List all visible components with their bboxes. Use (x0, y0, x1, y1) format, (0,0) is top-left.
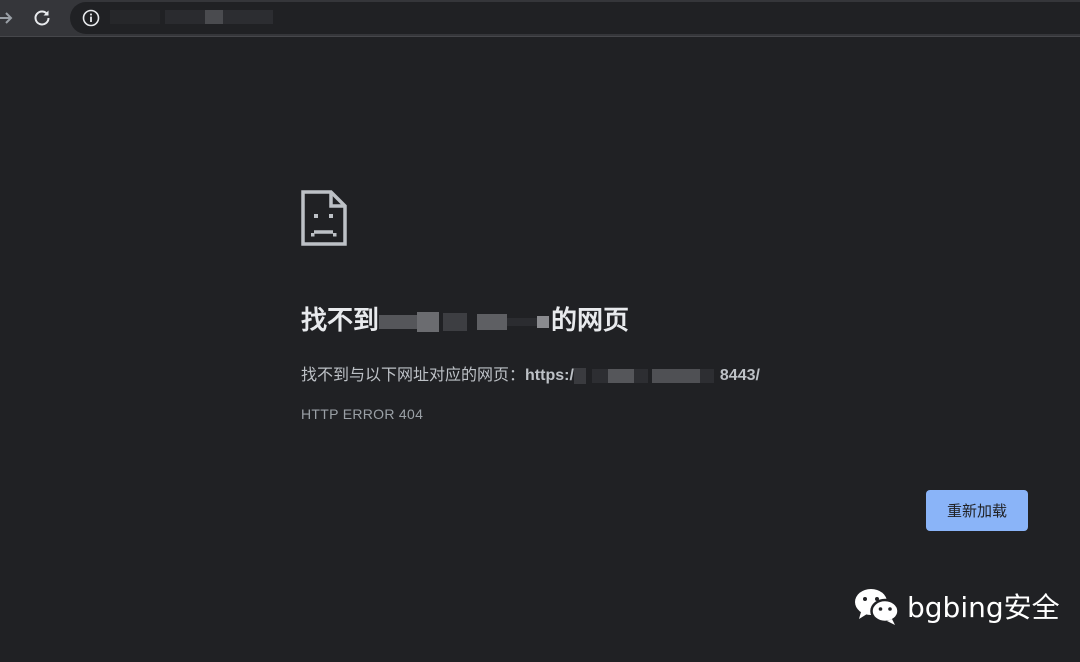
watermark: bgbing安全 (853, 586, 1060, 626)
url-redacted (223, 10, 273, 24)
reload-page-button[interactable] (30, 6, 54, 30)
error-headline: 找不到 的网页 (301, 300, 629, 337)
wechat-icon (855, 589, 900, 625)
redacted-host (417, 312, 440, 333)
redacted-url (699, 368, 714, 383)
url-redacted (165, 10, 205, 24)
desc-prefix: 找不到与以下网址对应的网页： (301, 367, 526, 384)
url-redacted (110, 10, 160, 24)
error-description: 找不到与以下网址对应的网页：https:/ 8443/ (301, 361, 760, 385)
redacted-url (607, 368, 634, 383)
sad-page-icon (301, 190, 347, 246)
reload-button[interactable]: 重新加载 (926, 490, 1028, 531)
arrow-forward-icon (0, 12, 13, 24)
headline-suffix: 的网页 (551, 305, 630, 335)
redacted-url (651, 368, 700, 383)
reload-icon (34, 10, 50, 26)
url-prefix: https:/ (525, 367, 574, 384)
url-suffix: 8443/ (719, 367, 760, 384)
forward-button[interactable] (0, 6, 18, 30)
redacted-host (379, 315, 418, 330)
redacted-url (633, 368, 648, 383)
headline-prefix: 找不到 (301, 305, 380, 335)
redacted-host (537, 316, 550, 329)
watermark-text: bgbing安全 (907, 591, 1060, 624)
redacted-url (591, 368, 608, 383)
error-code: HTTP ERROR 404 (301, 406, 424, 422)
redacted-host (443, 313, 468, 332)
browser-toolbar (0, 0, 1080, 37)
address-bar[interactable] (70, 2, 1080, 34)
redacted-host (477, 314, 508, 331)
redacted-url (573, 367, 586, 384)
url-redacted (205, 10, 223, 24)
redacted-host (507, 318, 538, 327)
info-icon[interactable] (82, 9, 100, 27)
